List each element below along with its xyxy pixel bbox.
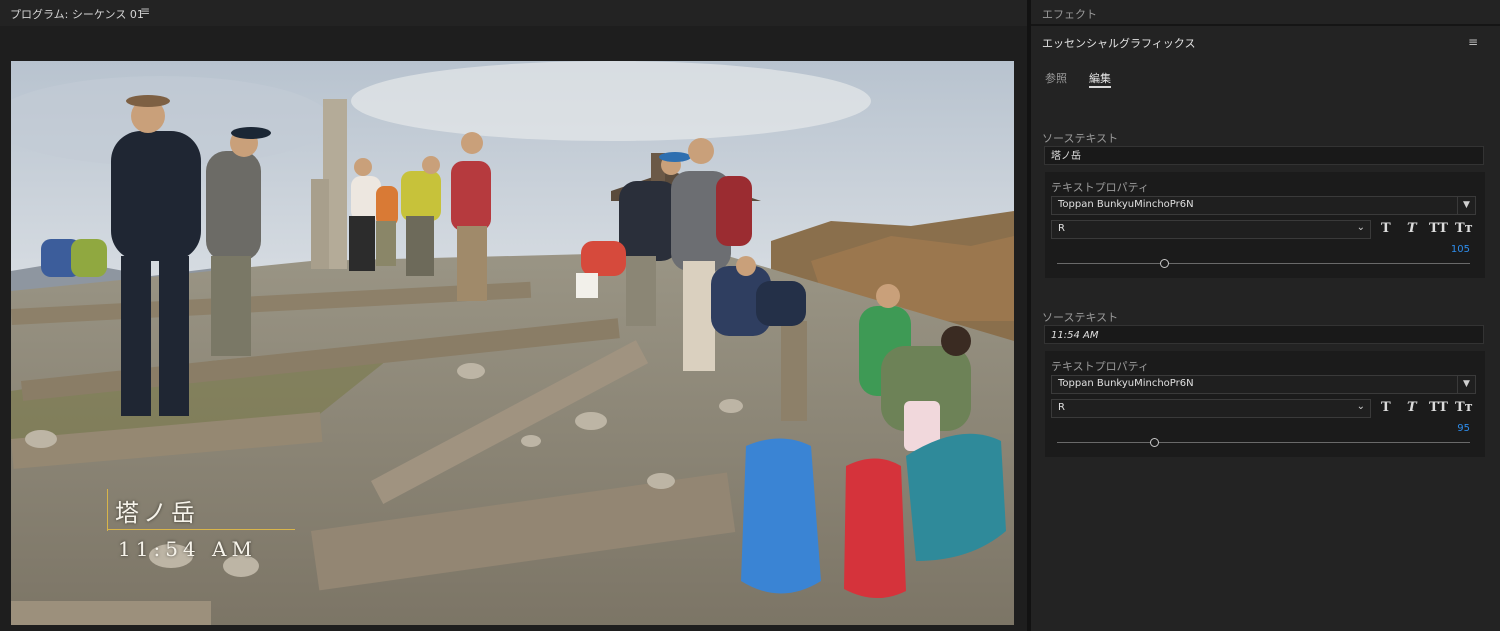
small-caps-button[interactable]: Tт <box>1455 221 1473 236</box>
font-size-slider-track[interactable] <box>1057 263 1470 264</box>
text-properties-label: テキストプロパティ <box>1051 360 1150 373</box>
all-caps-button[interactable]: TT <box>1429 400 1448 415</box>
essential-graphics-header: エッセンシャルグラフィックス ≡ <box>1031 26 1500 56</box>
title-place-text[interactable]: 塔ノ岳 <box>115 493 199 528</box>
effects-tab-label[interactable]: エフェクト <box>1042 6 1097 22</box>
title-accent-vertical-rule <box>107 489 108 531</box>
essential-graphics-panel: エフェクト エッセンシャルグラフィックス ≡ 参照 編集 ソーステキスト 塔ノ岳… <box>1031 0 1500 631</box>
faux-bold-button[interactable]: T <box>1381 400 1391 415</box>
small-caps-button[interactable]: Tт <box>1455 400 1473 415</box>
chevron-down-icon[interactable]: ▼ <box>1457 197 1475 214</box>
program-monitor-title[interactable]: プログラム: シーケンス 01 <box>10 6 144 22</box>
faux-bold-button[interactable]: T <box>1381 221 1391 236</box>
font-size-value[interactable]: 95 <box>1445 423 1470 434</box>
tab-edit[interactable]: 編集 <box>1089 70 1111 86</box>
font-family-dropdown[interactable]: Toppan BunkyuMinchoPr6N ▼ <box>1051 375 1476 394</box>
all-caps-button[interactable]: TT <box>1429 221 1448 236</box>
faux-italic-button[interactable]: T <box>1407 400 1417 415</box>
lower-third-title[interactable]: 塔ノ岳 11:54 AM <box>107 489 407 569</box>
source-text-input[interactable]: 11:54 AM <box>1044 325 1484 344</box>
font-style-dropdown[interactable]: R ⌄ <box>1051 399 1371 418</box>
font-style-dropdown[interactable]: R ⌄ <box>1051 220 1371 239</box>
text-properties-group: テキストプロパティ Toppan BunkyuMinchoPr6N ▼ R ⌄ … <box>1045 172 1485 278</box>
font-style-value: R <box>1058 402 1065 413</box>
title-time-text[interactable]: 11:54 AM <box>118 537 257 561</box>
faux-italic-button[interactable]: T <box>1407 221 1417 236</box>
source-text-label: ソーステキスト <box>1042 311 1119 324</box>
source-text-input[interactable]: 塔ノ岳 <box>1044 146 1484 165</box>
chevron-down-icon[interactable]: ⌄ <box>1357 401 1365 412</box>
text-properties-label: テキストプロパティ <box>1051 181 1150 194</box>
tab-browse[interactable]: 参照 <box>1045 70 1067 86</box>
font-size-slider-handle[interactable] <box>1160 259 1170 268</box>
effects-panel-tab[interactable]: エフェクト <box>1031 0 1500 26</box>
font-family-dropdown[interactable]: Toppan BunkyuMinchoPr6N ▼ <box>1051 196 1476 215</box>
source-text-label: ソーステキスト <box>1042 132 1119 145</box>
panel-menu-icon[interactable]: ≡ <box>1468 35 1478 49</box>
video-preview-frame[interactable]: 塔ノ岳 11:54 AM <box>11 61 1014 625</box>
font-size-value[interactable]: 105 <box>1445 244 1470 255</box>
font-family-value: Toppan BunkyuMinchoPr6N <box>1058 378 1194 389</box>
chevron-down-icon[interactable]: ⌄ <box>1357 222 1365 233</box>
font-size-slider-track[interactable] <box>1057 442 1470 443</box>
active-tab-indicator <box>1089 86 1111 88</box>
essential-graphics-title[interactable]: エッセンシャルグラフィックス <box>1042 35 1195 51</box>
program-monitor-panel: プログラム: シーケンス 01 ≡ 塔ノ岳 11:54 AM <box>0 0 1027 631</box>
chevron-down-icon[interactable]: ▼ <box>1457 376 1475 393</box>
program-monitor-header: プログラム: シーケンス 01 ≡ <box>0 0 1027 26</box>
font-family-value: Toppan BunkyuMinchoPr6N <box>1058 199 1194 210</box>
panel-menu-icon[interactable]: ≡ <box>140 4 150 18</box>
font-style-value: R <box>1058 223 1065 234</box>
font-size-slider-handle[interactable] <box>1150 438 1160 447</box>
title-accent-horizontal-rule <box>107 529 295 530</box>
text-properties-group: テキストプロパティ Toppan BunkyuMinchoPr6N ▼ R ⌄ … <box>1045 351 1485 457</box>
